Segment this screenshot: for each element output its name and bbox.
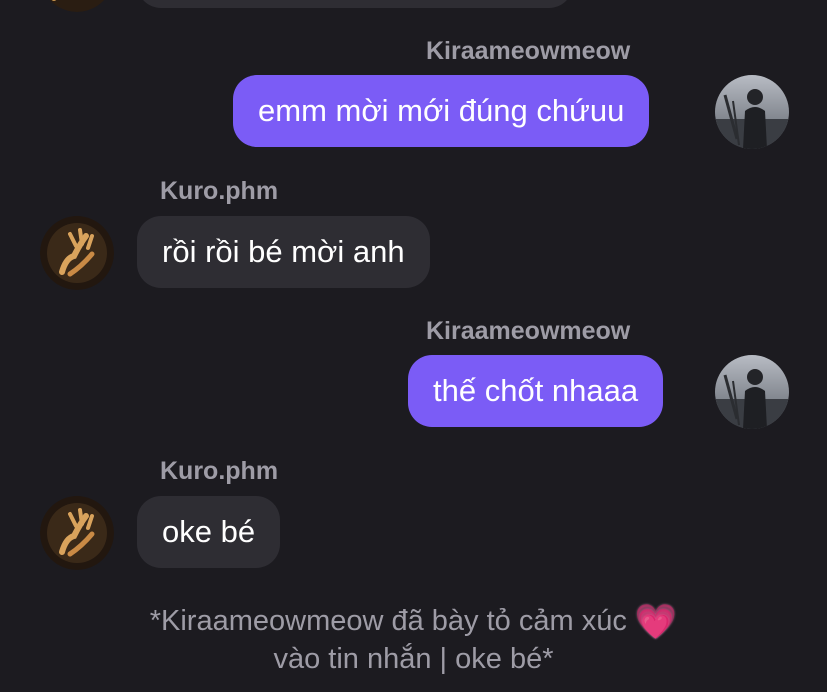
- reaction-notice-line2: vào tin nhắn | oke bé*: [273, 643, 554, 675]
- heart-emoji-icon: 💗: [634, 602, 678, 642]
- reaction-notice-line1: *Kiraameowmeow đã bày tỏ cảm xúc: [149, 605, 627, 637]
- avatar-kuro[interactable]: [40, 496, 114, 570]
- reaction-notice: *Kiraameowmeow đã bày tỏ cảm xúc 💗: [0, 602, 827, 640]
- message-bubble-partial[interactable]: [137, 0, 573, 8]
- sender-name: Kiraameowmeow: [426, 317, 631, 345]
- message-bubble-incoming[interactable]: rồi rồi bé mời anh: [137, 216, 430, 288]
- message-text: rồi rồi bé mời anh: [162, 234, 405, 269]
- sender-name: Kuro.phm: [160, 177, 279, 205]
- message-bubble-outgoing[interactable]: emm mời mới đúng chứuu: [233, 75, 650, 147]
- avatar-kuro[interactable]: [40, 216, 114, 290]
- message-text: thế chốt nhaaa: [433, 373, 639, 408]
- sender-name: Kiraameowmeow: [426, 37, 631, 65]
- sender-name: Kuro.phm: [160, 457, 279, 485]
- message-text: emm mời mới đúng chứuu: [258, 93, 625, 128]
- message-text: oke bé: [162, 514, 256, 549]
- avatar-kiraameowmeow[interactable]: [715, 355, 789, 429]
- message-bubble-outgoing[interactable]: thế chốt nhaaa: [408, 355, 664, 427]
- avatar-kuro-partial[interactable]: [40, 0, 114, 12]
- avatar-kiraameowmeow[interactable]: [715, 75, 789, 149]
- message-bubble-incoming[interactable]: oke bé: [137, 496, 281, 568]
